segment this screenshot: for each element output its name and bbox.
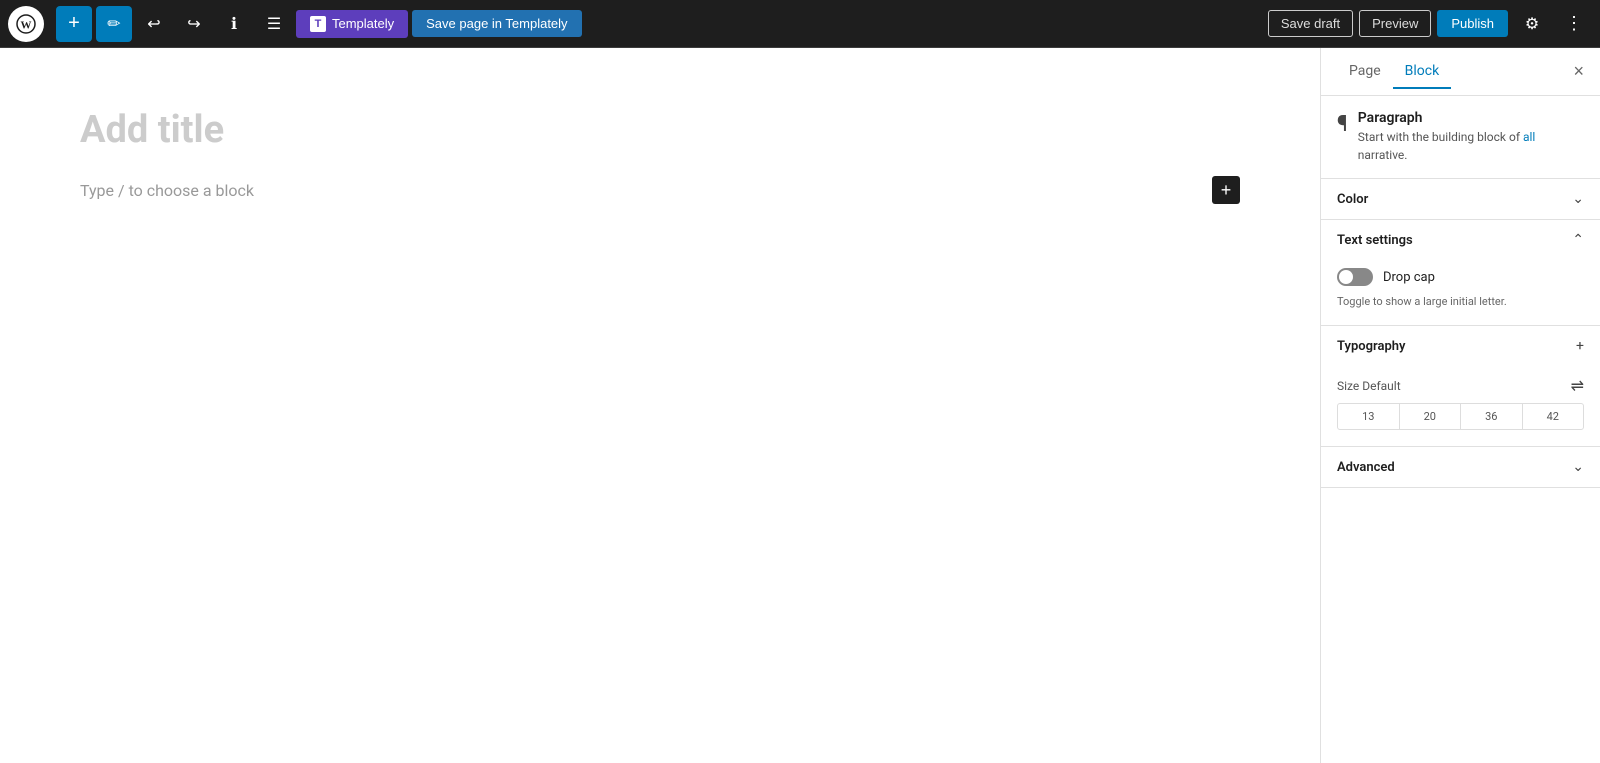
- inline-add-block-button[interactable]: +: [1212, 176, 1240, 204]
- preview-label: Preview: [1372, 16, 1418, 31]
- templately-icon: T: [310, 16, 326, 32]
- redo-button[interactable]: ↪: [176, 6, 212, 42]
- font-size-36[interactable]: 36: [1461, 404, 1523, 429]
- color-chevron-icon: ⌄: [1572, 191, 1584, 207]
- drop-cap-label: Drop cap: [1383, 270, 1435, 285]
- block-info: ¶ Paragraph Start with the building bloc…: [1321, 96, 1600, 179]
- toolbar: W + ✏ ↩ ↪ ℹ ☰ T Templately Save page in …: [0, 0, 1600, 48]
- inline-plus-icon: +: [1221, 180, 1232, 201]
- title-placeholder: Add title: [80, 108, 224, 152]
- wp-logo: W: [8, 6, 44, 42]
- publish-label: Publish: [1451, 16, 1494, 31]
- preview-button[interactable]: Preview: [1359, 10, 1431, 37]
- close-icon: ×: [1573, 61, 1584, 82]
- save-draft-button[interactable]: Save draft: [1268, 10, 1353, 37]
- font-size-42[interactable]: 42: [1523, 404, 1584, 429]
- sidebar-close-button[interactable]: ×: [1573, 61, 1584, 82]
- toggle-knob: [1339, 270, 1353, 284]
- advanced-section-title: Advanced: [1337, 460, 1395, 475]
- add-block-button[interactable]: +: [56, 6, 92, 42]
- drop-cap-hint: Toggle to show a large initial letter.: [1337, 294, 1584, 309]
- text-settings-header[interactable]: Text settings ⌃: [1321, 220, 1600, 260]
- list-view-button[interactable]: ☰: [256, 6, 292, 42]
- gear-icon: ⚙: [1525, 14, 1539, 34]
- color-section-header[interactable]: Color ⌄: [1321, 179, 1600, 219]
- tab-page[interactable]: Page: [1337, 55, 1393, 89]
- size-controls-icon[interactable]: ⇌: [1571, 376, 1584, 395]
- text-settings-title: Text settings: [1337, 233, 1413, 248]
- save-templately-label: Save page in Templately: [426, 16, 567, 31]
- more-options-button[interactable]: ⋮: [1556, 6, 1592, 42]
- templately-label: Templately: [332, 16, 394, 31]
- editor-block-area: Type / to choose a block +: [80, 176, 1240, 204]
- font-size-20[interactable]: 20: [1400, 404, 1462, 429]
- advanced-section: Advanced ⌄: [1321, 447, 1600, 488]
- main-layout: Add title Type / to choose a block + Pag…: [0, 48, 1600, 763]
- paragraph-icon: ¶: [1337, 112, 1348, 137]
- sidebar-tabs: Page Block ×: [1321, 48, 1600, 96]
- drop-cap-toggle[interactable]: [1337, 268, 1373, 286]
- tab-block-label: Block: [1405, 63, 1440, 79]
- typography-plus-icon: +: [1576, 338, 1584, 354]
- advanced-chevron-icon: ⌄: [1572, 459, 1584, 475]
- save-templately-button[interactable]: Save page in Templately: [412, 10, 581, 37]
- more-icon: ⋮: [1565, 13, 1583, 34]
- typography-section: Typography + Size Default ⇌ 13 20 36 42: [1321, 326, 1600, 447]
- svg-text:W: W: [21, 19, 32, 31]
- info-icon: ℹ: [231, 14, 237, 34]
- tab-page-label: Page: [1349, 63, 1381, 79]
- typography-section-header[interactable]: Typography +: [1321, 326, 1600, 366]
- undo-button[interactable]: ↩: [136, 6, 172, 42]
- typography-section-title: Typography: [1337, 339, 1406, 354]
- toolbar-right: Save draft Preview Publish ⚙ ⋮: [1268, 6, 1592, 42]
- redo-icon: ↪: [187, 14, 200, 34]
- size-row: Size Default ⇌: [1337, 376, 1584, 395]
- pencil-icon: ✏: [107, 14, 120, 34]
- block-name: Paragraph: [1358, 110, 1584, 126]
- settings-button[interactable]: ⚙: [1514, 6, 1550, 42]
- block-description: Start with the building block of all nar…: [1358, 128, 1584, 164]
- drop-cap-row: Drop cap: [1337, 268, 1584, 286]
- typography-body: Size Default ⇌ 13 20 36 42: [1321, 366, 1600, 446]
- text-settings-chevron-icon: ⌃: [1572, 232, 1584, 248]
- toolbar-left: W + ✏ ↩ ↪ ℹ ☰ T Templately Save page in …: [8, 6, 1268, 42]
- color-section-title: Color: [1337, 192, 1368, 207]
- editor-title[interactable]: Add title: [80, 108, 1240, 152]
- plus-icon: +: [68, 12, 80, 35]
- advanced-section-header[interactable]: Advanced ⌄: [1321, 447, 1600, 487]
- color-section: Color ⌄: [1321, 179, 1600, 220]
- list-icon: ☰: [267, 14, 281, 34]
- info-button[interactable]: ℹ: [216, 6, 252, 42]
- editor-area: Add title Type / to choose a block +: [0, 48, 1320, 763]
- tab-block[interactable]: Block: [1393, 55, 1452, 89]
- font-size-13[interactable]: 13: [1338, 404, 1400, 429]
- all-link[interactable]: all: [1523, 130, 1535, 144]
- save-draft-label: Save draft: [1281, 16, 1340, 31]
- text-settings-body: Drop cap Toggle to show a large initial …: [1321, 260, 1600, 325]
- right-sidebar: Page Block × ¶ Paragraph Start with the …: [1320, 48, 1600, 763]
- publish-button[interactable]: Publish: [1437, 10, 1508, 37]
- text-settings-section: Text settings ⌃ Drop cap Toggle to show …: [1321, 220, 1600, 326]
- font-size-options: 13 20 36 42: [1337, 403, 1584, 430]
- size-label: Size Default: [1337, 379, 1401, 393]
- tools-button[interactable]: ✏: [96, 6, 132, 42]
- undo-icon: ↩: [147, 14, 160, 34]
- templately-button[interactable]: T Templately: [296, 10, 408, 38]
- block-placeholder: Type / to choose a block: [80, 181, 254, 200]
- block-info-text: Paragraph Start with the building block …: [1358, 110, 1584, 164]
